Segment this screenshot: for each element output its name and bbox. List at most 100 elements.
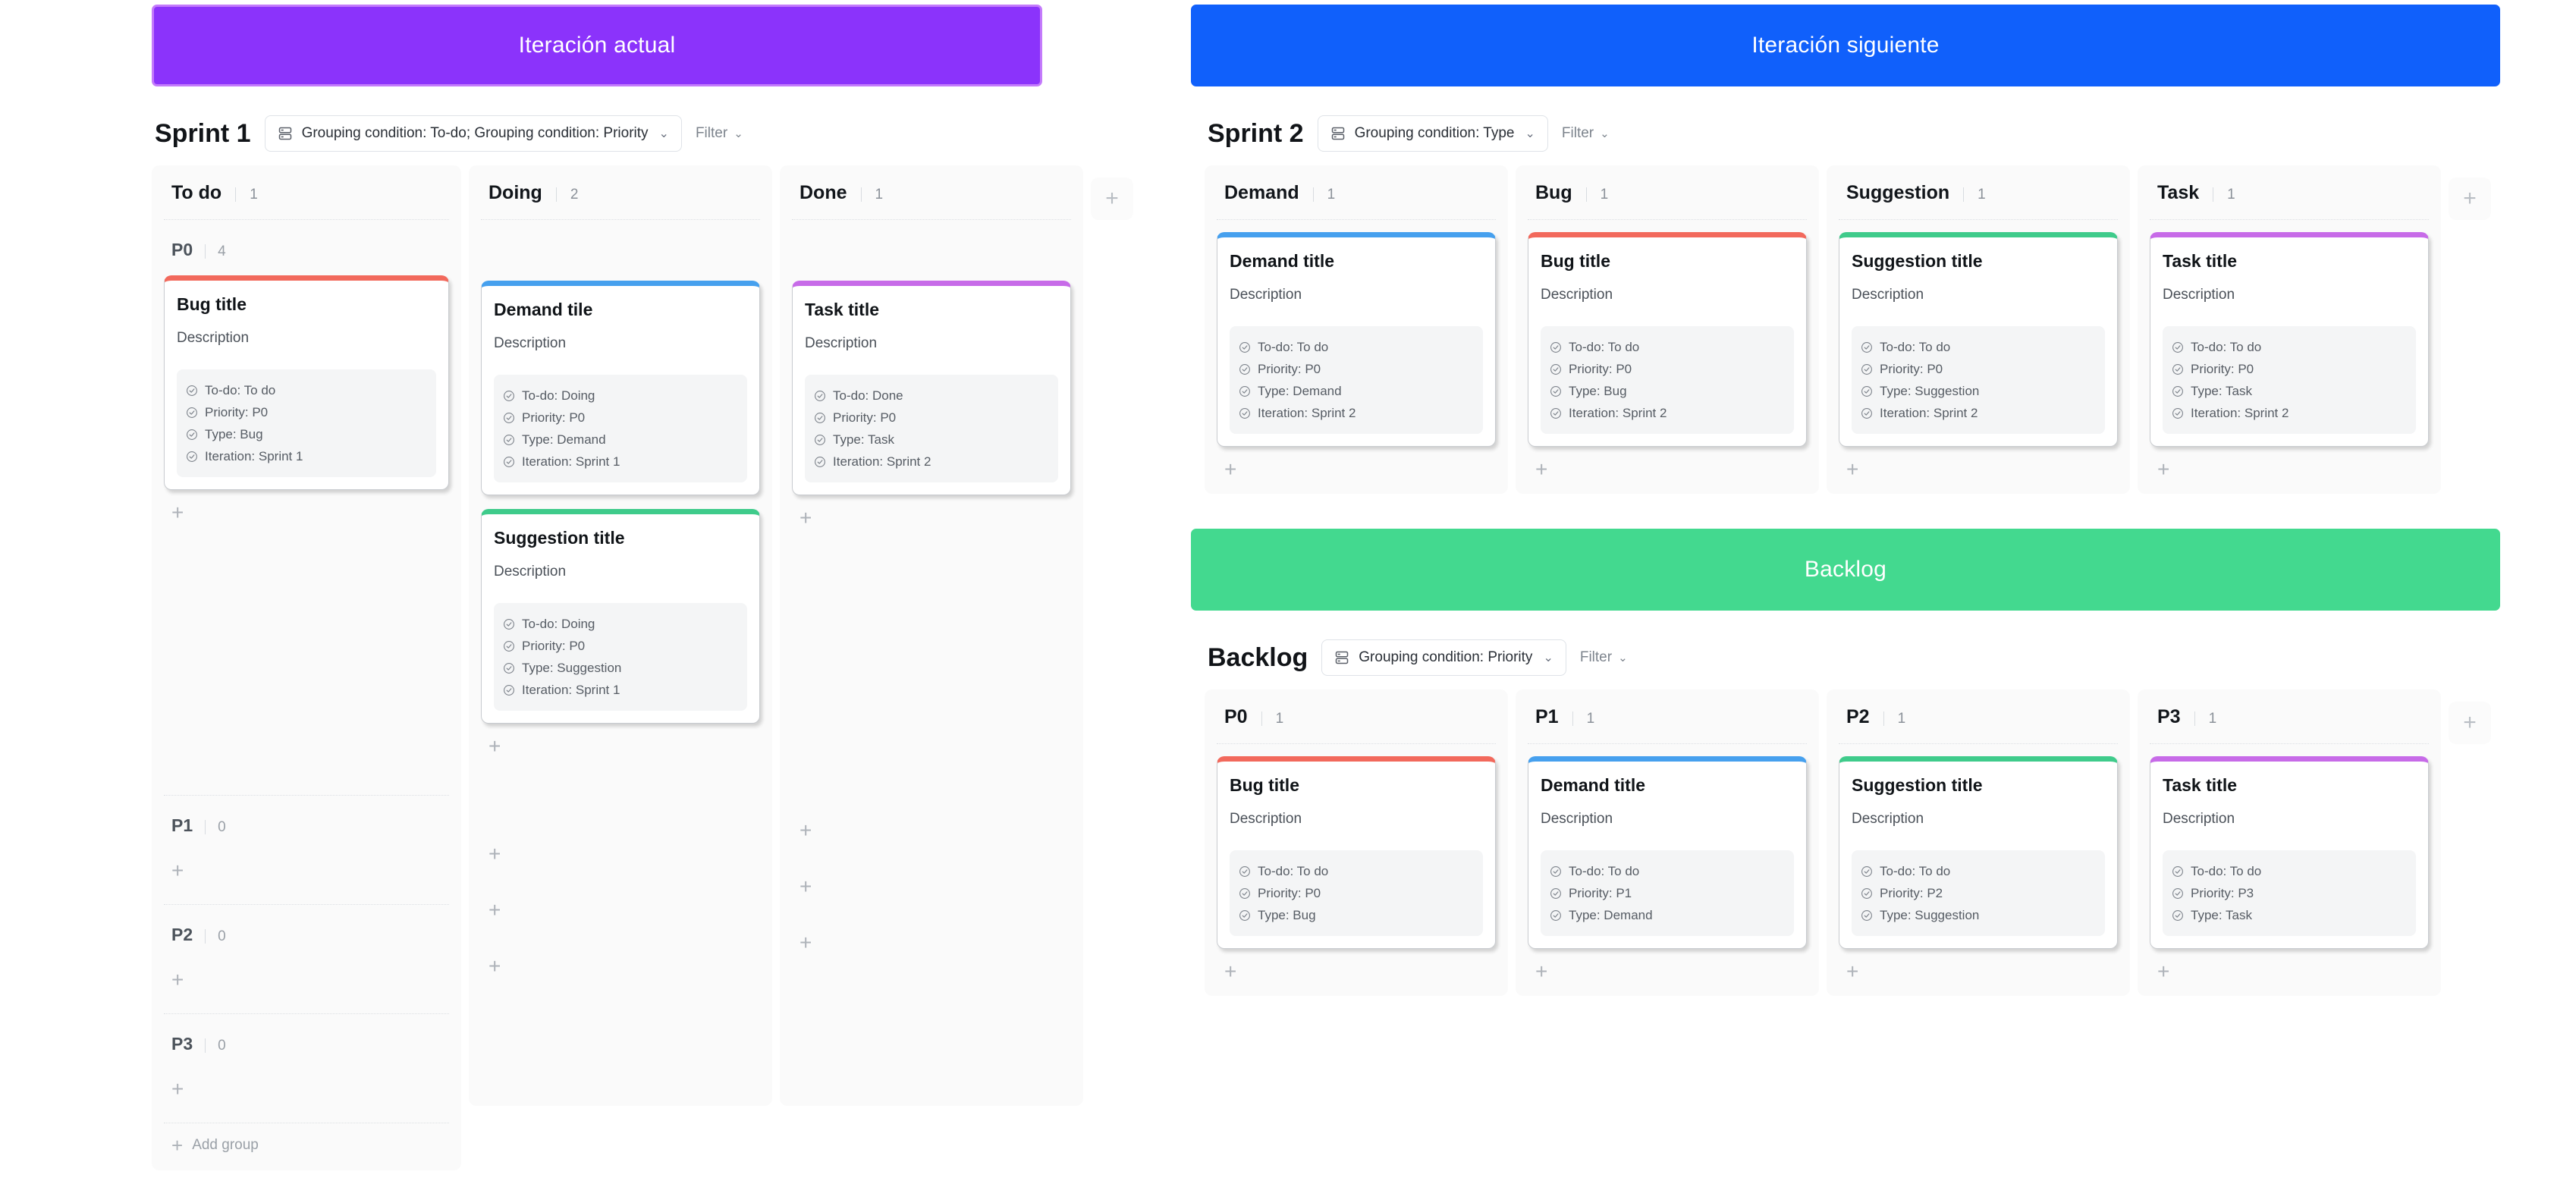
column-backlog-p0[interactable]: P0 1 Bug title Description To-do: To do … <box>1205 689 1508 996</box>
meta-text: Type: Demand <box>522 432 606 447</box>
add-card-button-task[interactable]: + <box>2138 447 2441 486</box>
add-card-button-doing[interactable]: + <box>469 724 772 763</box>
check-circle-icon <box>1861 385 1873 397</box>
meta-row: Priority: P0 <box>186 402 427 424</box>
add-card-button-done-2[interactable]: + <box>780 808 1083 847</box>
add-card-button-doing-3[interactable]: + <box>469 887 772 927</box>
column-title: To do <box>171 182 222 203</box>
meta-text: To-do: To do <box>205 383 276 397</box>
grouping-condition-dropdown-sprint2[interactable]: Grouping condition: Type ⌄ <box>1317 115 1548 152</box>
check-circle-icon <box>186 385 198 397</box>
column-to-do[interactable]: To do 1 P0 4 Bug title Description To-do… <box>152 165 461 1170</box>
add-column-button-sprint1[interactable]: + <box>1091 177 1133 220</box>
right-panel: Iteración siguiente Sprint 2 Grouping co… <box>1176 0 2576 996</box>
column-bug[interactable]: Bug 1 Bug title Description To-do: To do… <box>1516 165 1819 494</box>
meta-row: Type: Task <box>814 429 1049 451</box>
column-backlog-p2[interactable]: P2 1 Suggestion title Description To-do:… <box>1827 689 2130 996</box>
add-column-button-backlog[interactable]: + <box>2449 702 2491 744</box>
column-done[interactable]: Done 1 Task title Description To-do: Don… <box>780 165 1083 1106</box>
add-card-button-doing-2[interactable]: + <box>469 831 772 871</box>
check-circle-icon <box>814 434 826 446</box>
filter-button-sprint2[interactable]: Filter ⌄ <box>1562 125 1610 142</box>
card-meta-list: To-do: To do Priority: P0 Type: Bug Iter… <box>1541 326 1794 434</box>
add-card-button-p0[interactable]: + <box>152 490 461 529</box>
add-card-button-bug[interactable]: + <box>1516 447 1819 486</box>
check-circle-icon <box>186 451 198 463</box>
add-card-button-done-3[interactable]: + <box>780 864 1083 903</box>
card-meta-list: To-do: To do Priority: P3 Type: Task <box>2163 850 2416 936</box>
card-slot: Demand title Description To-do: To do Pr… <box>1516 744 1819 949</box>
column-demand[interactable]: Demand 1 Demand title Description To-do:… <box>1205 165 1508 494</box>
meta-text: Iteration: Sprint 2 <box>1258 406 1356 420</box>
add-card-button-p3[interactable]: + <box>152 1066 461 1106</box>
column-doing[interactable]: Doing 2 Demand tile Description To-do: D… <box>469 165 772 1106</box>
column-backlog-p3[interactable]: P3 1 Task title Description To-do: To do… <box>2138 689 2441 996</box>
add-card-button-backlog-p0[interactable]: + <box>1205 949 1508 988</box>
check-circle-icon <box>814 456 826 468</box>
meta-text: Priority: P0 <box>2191 362 2254 376</box>
add-card-button-p2[interactable]: + <box>152 957 461 997</box>
column-count: 1 <box>1312 187 1335 202</box>
grouping-condition-label-sprint2: Grouping condition: Type <box>1354 125 1515 141</box>
card-bug-sprint2[interactable]: Bug title Description To-do: To do Prior… <box>1528 232 1807 447</box>
check-circle-icon <box>1550 909 1562 922</box>
check-circle-icon <box>503 434 515 446</box>
add-card-button-backlog-p3[interactable]: + <box>2138 949 2441 988</box>
filter-label-sprint1: Filter <box>695 125 728 141</box>
add-card-button-doing-4[interactable]: + <box>469 944 772 983</box>
meta-text: Iteration: Sprint 1 <box>522 454 620 469</box>
add-card-button-done[interactable]: + <box>780 495 1083 535</box>
card-meta-list: To-do: To do Priority: P0 Type: Bug <box>1230 850 1483 936</box>
column-task[interactable]: Task 1 Task title Description To-do: To … <box>2138 165 2441 494</box>
meta-text: Iteration: Sprint 1 <box>522 683 620 697</box>
card-task-done[interactable]: Task title Description To-do: Done Prior… <box>792 281 1071 495</box>
card-demand-backlog[interactable]: Demand title Description To-do: To do Pr… <box>1528 756 1807 949</box>
check-circle-icon <box>186 429 198 441</box>
meta-text: Iteration: Sprint 2 <box>1569 406 1667 420</box>
card-title: Suggestion title <box>494 528 625 548</box>
card-title: Demand title <box>1541 775 1646 795</box>
check-circle-icon <box>1239 887 1251 900</box>
chevron-down-icon: ⌄ <box>1543 652 1553 664</box>
card-task-backlog[interactable]: Task title Description To-do: To do Prio… <box>2150 756 2429 949</box>
add-column-button-sprint2[interactable]: + <box>2449 177 2491 220</box>
card-demand-sprint2[interactable]: Demand title Description To-do: To do Pr… <box>1217 232 1496 447</box>
meta-row: Priority: P0 <box>1239 359 1474 381</box>
card-suggestion-backlog[interactable]: Suggestion title Description To-do: To d… <box>1839 756 2118 949</box>
card-slot: Suggestion title Description To-do: Doin… <box>469 495 772 724</box>
add-card-button-done-4[interactable]: + <box>780 920 1083 960</box>
column-backlog-p1[interactable]: P1 1 Demand title Description To-do: To … <box>1516 689 1819 996</box>
check-circle-icon <box>2172 887 2184 900</box>
column-header-done: Done 1 <box>780 165 1083 219</box>
grouping-condition-dropdown-backlog[interactable]: Grouping condition: Priority ⌄ <box>1321 639 1566 676</box>
column-suggestion[interactable]: Suggestion 1 Suggestion title Descriptio… <box>1827 165 2130 494</box>
card-meta-list: To-do: Done Priority: P0 Type: Task Iter… <box>805 375 1058 482</box>
add-card-button-p1[interactable]: + <box>152 848 461 887</box>
filter-button-sprint1[interactable]: Filter ⌄ <box>696 125 743 142</box>
next-iteration-banner-label: Iteración siguiente <box>1751 33 1940 58</box>
check-circle-icon <box>1550 407 1562 419</box>
card-title: Suggestion title <box>1852 775 1983 795</box>
add-card-button-backlog-p1[interactable]: + <box>1516 949 1819 988</box>
card-suggestion-sprint2[interactable]: Suggestion title Description To-do: To d… <box>1839 232 2118 447</box>
card-bug-backlog[interactable]: Bug title Description To-do: To do Prior… <box>1217 756 1496 949</box>
add-group-button[interactable]: + Add group <box>152 1123 461 1163</box>
card-suggestion-doing[interactable]: Suggestion title Description To-do: Doin… <box>481 509 760 724</box>
card-demand-doing[interactable]: Demand tile Description To-do: Doing Pri… <box>481 281 760 495</box>
meta-text: Priority: P3 <box>2191 886 2254 900</box>
add-card-button-demand[interactable]: + <box>1205 447 1508 486</box>
add-card-button-backlog-p2[interactable]: + <box>1827 949 2130 988</box>
add-card-button-suggestion[interactable]: + <box>1827 447 2130 486</box>
meta-row: Priority: P0 <box>1239 883 1474 905</box>
card-task-sprint2[interactable]: Task title Description To-do: To do Prio… <box>2150 232 2429 447</box>
column-title: Bug <box>1535 182 1572 203</box>
grouping-condition-dropdown-sprint1[interactable]: Grouping condition: To-do; Grouping cond… <box>264 115 682 152</box>
filter-button-backlog[interactable]: Filter ⌄ <box>1580 649 1628 666</box>
meta-row: Iteration: Sprint 2 <box>2172 403 2407 425</box>
column-count: 1 <box>2194 711 2216 726</box>
meta-text: To-do: To do <box>2191 864 2262 878</box>
backlog-toolbar: Backlog Grouping condition: Priority ⌄ F… <box>1205 639 2576 676</box>
meta-text: To-do: To do <box>1258 864 1329 878</box>
card-bug-todo[interactable]: Bug title Description To-do: To do Prior… <box>164 275 449 490</box>
meta-row: Iteration: Sprint 2 <box>1239 403 1474 425</box>
